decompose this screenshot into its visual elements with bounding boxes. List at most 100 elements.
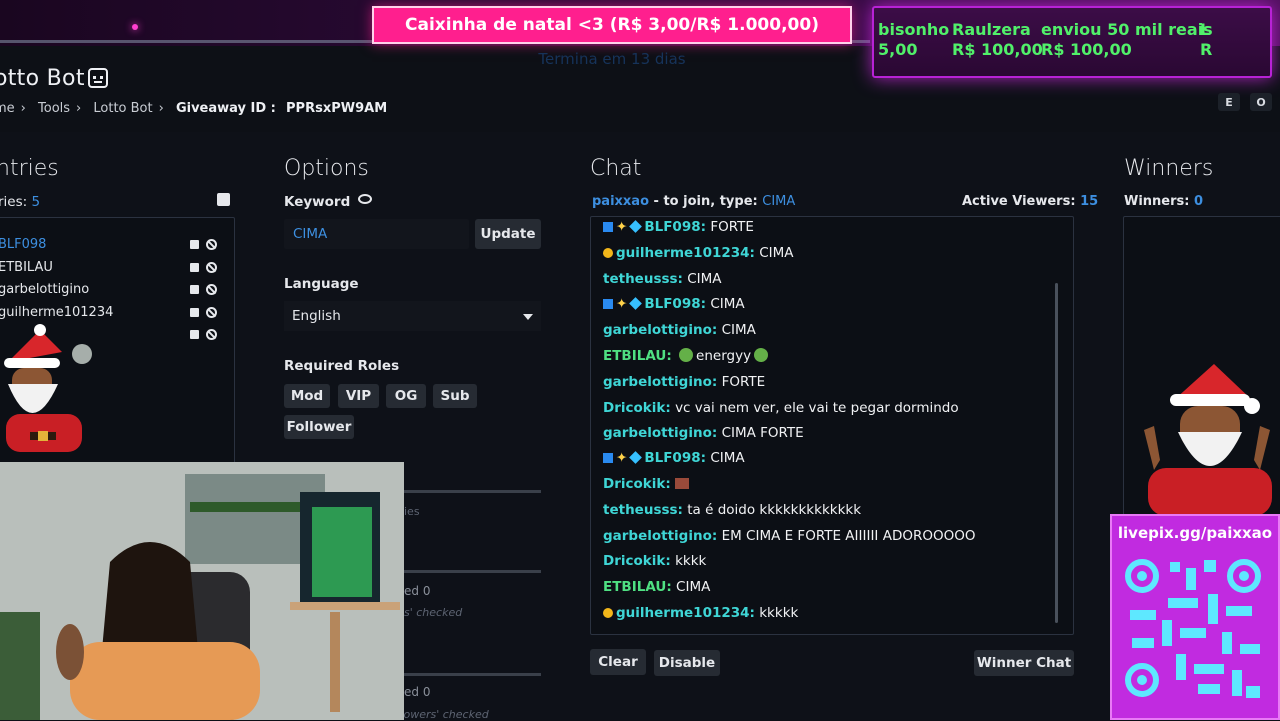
entries-title: ntries (0, 156, 59, 181)
option-partial-text: ed 0 (404, 584, 431, 598)
language-label: Language (284, 276, 359, 292)
header-button-o[interactable]: O (1250, 93, 1272, 111)
page-title: otto Bot (0, 66, 85, 91)
eye-icon[interactable] (358, 194, 372, 204)
role-vip-toggle[interactable]: VIP (338, 384, 379, 408)
active-viewers: Active Viewers: 15 (962, 194, 1099, 209)
chevron-right-icon: › (158, 101, 164, 116)
entry-actions (190, 307, 217, 318)
checkbox-icon[interactable] (190, 308, 199, 317)
clear-button[interactable]: Clear (590, 649, 646, 675)
language-select[interactable]: English (284, 301, 541, 331)
recent-donations-ticker: bisonho 5,00 Raulzera R$ 100,00 enviou 50 … (872, 6, 1272, 78)
donation-item: Raulzera R$ 100,00 (952, 20, 1043, 59)
ban-icon[interactable] (206, 307, 217, 318)
chat-message: ETBILAU: energyy (603, 348, 771, 364)
chat-message: garbelottigino: CIMA FORTE (603, 425, 804, 441)
role-sub-toggle[interactable]: Sub (433, 384, 477, 408)
chat-message: ✦ BLF098: CIMA (603, 450, 745, 466)
sparkle-icon (132, 24, 138, 30)
subscriber-badge-icon (603, 222, 613, 232)
update-button[interactable]: Update (475, 219, 541, 249)
ban-icon[interactable] (206, 284, 217, 295)
ban-icon[interactable] (206, 239, 217, 250)
checkbox-icon[interactable] (190, 330, 199, 339)
keyword-input[interactable]: CIMA (284, 219, 469, 249)
subscriber-badge-icon (603, 299, 613, 309)
checkbox-icon[interactable] (190, 285, 199, 294)
entry-item[interactable]: garbelottigino (0, 282, 89, 297)
giveaway-id-label: Giveaway ID : (175, 101, 276, 116)
chat-message: Dricokik: vc vai nem ver, ele vai te peg… (603, 400, 959, 416)
join-instructions: paixxao - to join, type: CIMA (592, 194, 796, 209)
breadcrumb-home[interactable]: me (0, 101, 15, 116)
chat-message: garbelottigino: FORTE (603, 374, 766, 390)
donation-item: enviou 50 mil reais R$ 100,00 (1041, 20, 1213, 59)
chevron-right-icon: › (20, 101, 26, 116)
entry-actions (190, 239, 217, 250)
entry-item[interactable]: BLF098 (0, 237, 46, 252)
option-partial-text: ies (404, 505, 420, 518)
donation-goal-subtitle: Termina em 13 dias (538, 50, 686, 68)
header-button-e[interactable]: E (1218, 93, 1240, 111)
chat-message: garbelottigino: EM CIMA E FORTE AIIIIII … (603, 528, 976, 544)
chat-scrollbar[interactable] (1055, 283, 1058, 623)
chevron-right-icon: › (76, 101, 82, 116)
santa-sticker (1144, 364, 1272, 516)
required-roles-label: Required Roles (284, 358, 400, 374)
gold-badge-icon (603, 608, 613, 618)
chat-log[interactable]: ✦ BLF098: FORTE guilherme101234: CIMA tet… (590, 216, 1074, 635)
entry-actions (190, 284, 217, 295)
chat-message: guilherme101234: kkkkk (603, 605, 798, 621)
entry-item[interactable]: ETBILAU (0, 260, 53, 275)
breadcrumb-tools[interactable]: Tools (38, 101, 70, 116)
disable-button[interactable]: Disable (654, 650, 720, 676)
options-title: Options (284, 156, 369, 181)
winner-chat-button[interactable]: Winner Chat (974, 650, 1074, 676)
breadcrumb-lotto-bot[interactable]: Lotto Bot (93, 101, 152, 116)
ban-icon[interactable] (206, 329, 217, 340)
webcam-feed (0, 462, 404, 720)
entries-count: ries: 5 (0, 194, 41, 210)
donation-item: bisonho 5,00 (878, 20, 950, 59)
giveaway-id-value: PPRsxPW9AM (286, 101, 388, 116)
checkbox-icon[interactable] (190, 240, 199, 249)
option-partial-text: s' checked (404, 606, 463, 619)
chat-message: tetheusss: ta é doido kkkkkkkkkkkkk (603, 502, 862, 518)
donation-item: LR (1200, 20, 1213, 59)
keyword-label: Keyword (284, 194, 351, 210)
santa-sticker (4, 324, 92, 452)
chat-message: Dricokik: kkkk (603, 553, 707, 569)
copy-icon[interactable] (217, 193, 230, 206)
winners-title: Winners (1124, 156, 1214, 181)
livepix-link[interactable]: livepix.gg/paixxao (1112, 524, 1278, 542)
winners-count: Winners: 0 (1124, 194, 1204, 209)
role-follower-toggle[interactable]: Follower (284, 415, 354, 439)
robot-icon (88, 68, 108, 88)
subscriber-badge-icon (603, 453, 613, 463)
gold-badge-icon (603, 248, 613, 258)
chat-message: Dricokik: (603, 476, 690, 492)
chat-message: ✦ BLF098: CIMA (603, 296, 745, 312)
role-mod-toggle[interactable]: Mod (284, 384, 330, 408)
role-og-toggle[interactable]: OG (386, 384, 426, 408)
chat-title: Chat (590, 156, 642, 181)
alien-emote-icon (754, 348, 769, 362)
chat-message: garbelottigino: CIMA (603, 322, 756, 338)
entry-item[interactable]: guilherme101234 (0, 305, 113, 320)
entry-actions (190, 262, 217, 273)
chevron-down-icon (523, 314, 533, 320)
chat-message: guilherme101234: CIMA (603, 245, 794, 261)
qr-code-overlay: livepix.gg/paixxao (1110, 514, 1280, 720)
breadcrumb: me › Tools › Lotto Bot › Giveaway ID : PPRs… (0, 101, 393, 116)
chat-message: tetheusss: CIMA (603, 271, 722, 287)
entry-actions (190, 329, 217, 340)
brick-emote-icon (675, 478, 690, 489)
donation-goal-banner: Caixinha de natal <3 (R$ 3,00/R$ 1.000,0… (372, 6, 852, 44)
checkbox-icon[interactable] (190, 263, 199, 272)
ban-icon[interactable] (206, 262, 217, 273)
qr-code-icon (1122, 554, 1268, 704)
chat-message: ✦ BLF098: FORTE (603, 219, 754, 235)
chat-message: ETBILAU: CIMA (603, 579, 711, 595)
option-partial-text: ed 0 (404, 685, 431, 699)
